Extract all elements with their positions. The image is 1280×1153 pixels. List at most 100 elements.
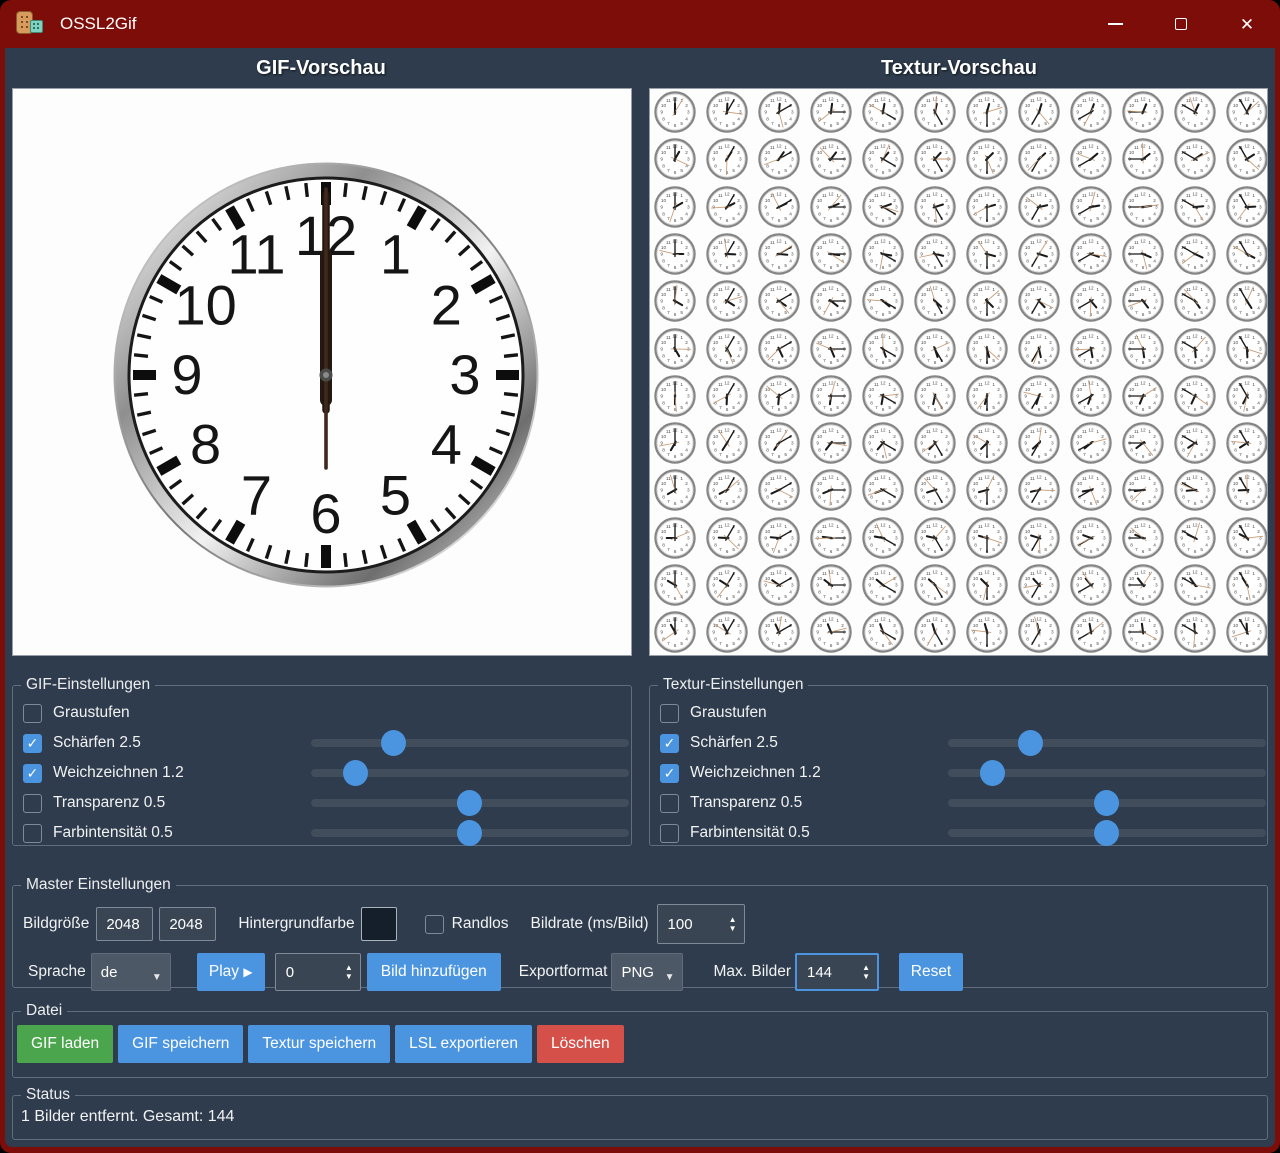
checkbox-transparenz-0-5[interactable]: [23, 794, 42, 813]
svg-text:6: 6: [726, 359, 729, 364]
spin-up-icon[interactable]: ▲: [345, 964, 353, 971]
svg-text:7: 7: [719, 263, 722, 268]
slider-handle[interactable]: [457, 820, 482, 846]
checkbox-weichzeichnen-1-2[interactable]: ✓: [23, 764, 42, 783]
svg-text:2: 2: [1205, 576, 1208, 581]
spin-up-icon[interactable]: ▲: [862, 964, 870, 971]
svg-text:11: 11: [978, 524, 983, 529]
gif-laden-button[interactable]: GIF laden: [17, 1025, 113, 1063]
checkbox-graustufen[interactable]: [660, 704, 679, 723]
svg-text:12: 12: [724, 617, 730, 622]
svg-text:10: 10: [973, 198, 979, 203]
add-image-button[interactable]: Bild hinzufügen: [367, 953, 501, 991]
svg-text:9: 9: [816, 630, 819, 635]
slider-farbintensit-t-0-5[interactable]: [948, 820, 1266, 846]
spin-down-icon[interactable]: ▼: [345, 973, 353, 980]
slider-farbintensit-t-0-5[interactable]: [311, 820, 629, 846]
checkbox-transparenz-0-5[interactable]: [660, 794, 679, 813]
close-button[interactable]: ✕: [1214, 0, 1280, 48]
slider-handle[interactable]: [1094, 790, 1119, 816]
slider-transparenz-0-5[interactable]: [948, 790, 1266, 816]
spin-up-icon[interactable]: ▲: [729, 916, 737, 923]
svg-text:6: 6: [1246, 549, 1249, 554]
play-icon: ▶: [243, 965, 252, 979]
max-bilder-spinner[interactable]: 144 ▲ ▼: [795, 953, 879, 991]
spin-down-icon[interactable]: ▼: [729, 925, 737, 932]
slider-handle[interactable]: [343, 760, 368, 786]
spin-down-icon[interactable]: ▼: [862, 973, 870, 980]
bildrate-value[interactable]: 100: [658, 916, 729, 933]
svg-text:4: 4: [1049, 542, 1052, 547]
slider-handle[interactable]: [457, 790, 482, 816]
svg-text:11: 11: [770, 524, 775, 529]
svg-text:4: 4: [1257, 447, 1260, 452]
svg-text:3: 3: [1155, 252, 1158, 257]
svg-text:10: 10: [973, 103, 979, 108]
slider-handle[interactable]: [1094, 820, 1119, 846]
randlos-checkbox[interactable]: [425, 915, 444, 934]
svg-text:10: 10: [1077, 292, 1083, 297]
svg-text:2: 2: [1257, 434, 1260, 439]
title-bar[interactable]: OSSL2Gif ✕: [0, 0, 1280, 48]
slider-sch-rfen-2-5[interactable]: [948, 730, 1266, 756]
reset-button[interactable]: Reset: [899, 953, 963, 991]
width-field[interactable]: 2048: [96, 907, 153, 941]
checkbox-graustufen[interactable]: [23, 704, 42, 723]
max-bilder-value[interactable]: 144: [797, 964, 862, 981]
svg-text:2: 2: [893, 434, 896, 439]
minimize-button[interactable]: [1082, 0, 1148, 48]
sprache-dropdown[interactable]: de ▼: [91, 953, 171, 991]
svg-text:11: 11: [1030, 382, 1035, 387]
checkbox-sch-rfen-2-5[interactable]: ✓: [23, 734, 42, 753]
svg-text:5: 5: [1148, 168, 1151, 173]
slider-handle[interactable]: [1018, 730, 1043, 756]
setting-row: Farbintensität 0.5: [13, 818, 631, 848]
frame-spinner[interactable]: 0 ▲ ▼: [275, 953, 361, 991]
slider-handle[interactable]: [980, 760, 1005, 786]
gif-speichern-button[interactable]: GIF speichern: [118, 1025, 243, 1063]
background-color-swatch[interactable]: [361, 907, 397, 941]
checkbox-sch-rfen-2-5[interactable]: ✓: [660, 734, 679, 753]
bildrate-spinner[interactable]: 100 ▲ ▼: [657, 904, 745, 944]
svg-text:7: 7: [979, 216, 982, 221]
svg-text:5: 5: [836, 310, 839, 315]
play-button[interactable]: Play ▶: [197, 953, 265, 991]
checkbox-farbintensit-t-0-5[interactable]: [23, 824, 42, 843]
slider-weichzeichnen-1-2[interactable]: [948, 760, 1266, 786]
svg-text:12: 12: [1036, 286, 1042, 291]
maximize-button[interactable]: [1148, 0, 1214, 48]
texture-frame-clock: 123456789101112: [810, 422, 852, 464]
checkbox-weichzeichnen-1-2[interactable]: ✓: [660, 764, 679, 783]
svg-text:8: 8: [1234, 495, 1237, 500]
svg-text:5: 5: [784, 168, 787, 173]
height-field[interactable]: 2048: [159, 907, 216, 941]
svg-text:10: 10: [1233, 529, 1239, 534]
svg-text:7: 7: [927, 216, 930, 221]
exportformat-dropdown[interactable]: PNG ▼: [611, 953, 683, 991]
svg-text:2: 2: [685, 245, 688, 250]
slider-track[interactable]: [948, 739, 1266, 747]
slider-sch-rfen-2-5[interactable]: [311, 730, 629, 756]
slider-weichzeichnen-1-2[interactable]: [311, 760, 629, 786]
l-schen-button[interactable]: Löschen: [537, 1025, 624, 1063]
svg-text:8: 8: [818, 400, 821, 405]
lsl-exportieren-button[interactable]: LSL exportieren: [395, 1025, 532, 1063]
svg-text:9: 9: [660, 252, 663, 257]
svg-text:6: 6: [830, 643, 833, 648]
svg-text:6: 6: [674, 643, 677, 648]
slider-track[interactable]: [311, 739, 629, 747]
svg-text:8: 8: [766, 495, 769, 500]
checkbox-farbintensit-t-0-5[interactable]: [660, 824, 679, 843]
svg-text:2: 2: [737, 103, 740, 108]
svg-text:5: 5: [992, 641, 995, 646]
slider-transparenz-0-5[interactable]: [311, 790, 629, 816]
svg-text:11: 11: [666, 618, 671, 623]
frame-value[interactable]: 0: [276, 964, 345, 981]
svg-text:5: 5: [680, 641, 683, 646]
svg-text:2: 2: [685, 292, 688, 297]
svg-text:8: 8: [870, 258, 873, 263]
svg-text:2: 2: [945, 481, 948, 486]
slider-handle[interactable]: [381, 730, 406, 756]
svg-text:8: 8: [766, 353, 769, 358]
textur-speichern-button[interactable]: Textur speichern: [248, 1025, 390, 1063]
